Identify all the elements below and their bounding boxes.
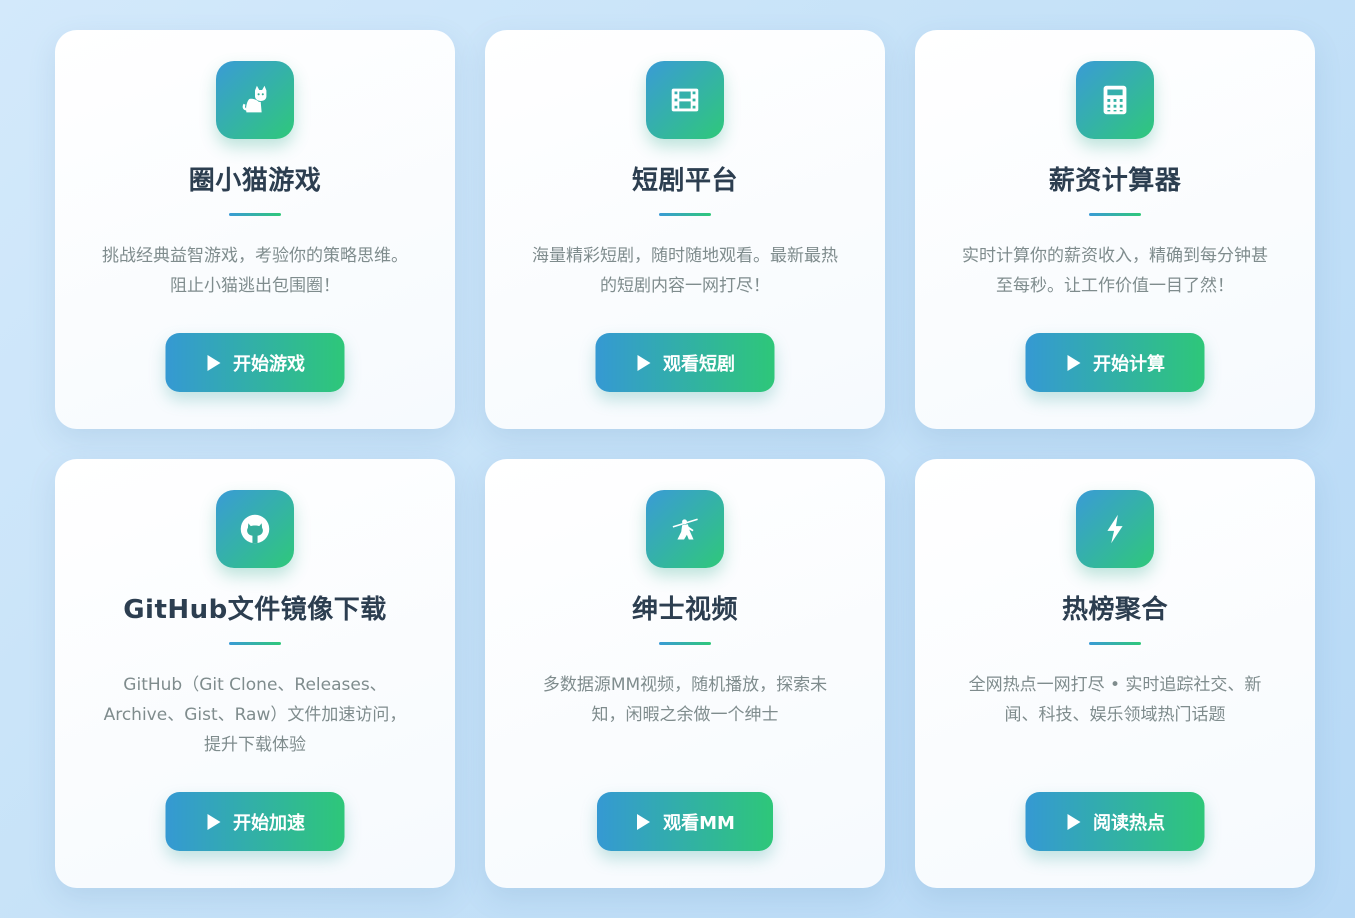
card-title: 热榜聚合 [1061, 595, 1168, 625]
card-short-drama: 短剧平台 海量精彩短剧，随时随地观看。最新最热的短剧内容一网打尽！ 观看短剧 [485, 30, 885, 429]
github-icon [216, 490, 294, 568]
watch-mm-button[interactable]: 观看MM [597, 792, 773, 851]
card-hot-list: 热榜聚合 全网热点一网打尽 • 实时追踪社交、新闻、科技、娱乐领域热门话题 阅读… [915, 459, 1315, 888]
start-accelerate-button[interactable]: 开始加速 [165, 792, 345, 851]
tool-grid: 圈小猫游戏 挑战经典益智游戏，考验你的策略思维。阻止小猫逃出包围圈！ 开始游戏 … [55, 30, 1315, 888]
card-title: 薪资计算器 [1048, 166, 1182, 196]
play-icon [207, 813, 220, 830]
start-game-button[interactable]: 开始游戏 [165, 333, 345, 392]
dancer-icon [646, 490, 724, 568]
play-icon [1067, 813, 1080, 830]
lightning-icon [1076, 490, 1154, 568]
start-calculate-button[interactable]: 开始计算 [1025, 333, 1205, 392]
button-label: 阅读热点 [1093, 812, 1165, 834]
film-icon [646, 61, 724, 139]
cat-icon [216, 61, 294, 139]
card-description: 全网热点一网打尽 • 实时追踪社交、新闻、科技、娱乐领域热门话题 [968, 675, 1262, 725]
card-description: 多数据源MM视频，随机播放，探索未知，闲暇之余做一个绅士 [542, 675, 828, 725]
button-label: 开始游戏 [233, 353, 305, 375]
button-label: 观看MM [663, 812, 735, 834]
calculator-icon [1076, 61, 1154, 139]
title-divider [1089, 642, 1141, 645]
card-github-mirror: GitHub文件镜像下载 GitHub（Git Clone、Releases、A… [55, 459, 455, 888]
card-title: 短剧平台 [631, 166, 738, 196]
card-cat-game: 圈小猫游戏 挑战经典益智游戏，考验你的策略思维。阻止小猫逃出包围圈！ 开始游戏 [55, 30, 455, 429]
title-divider [659, 213, 711, 216]
card-description: 实时计算你的薪资收入，精确到每分钟甚至每秒。让工作价值一目了然！ [962, 246, 1268, 296]
card-title: 绅士视频 [631, 595, 738, 625]
card-gentleman-video: 绅士视频 多数据源MM视频，随机播放，探索未知，闲暇之余做一个绅士 观看MM [485, 459, 885, 888]
card-salary-calculator: 薪资计算器 实时计算你的薪资收入，精确到每分钟甚至每秒。让工作价值一目了然！ 开… [915, 30, 1315, 429]
title-divider [659, 642, 711, 645]
button-label: 开始加速 [233, 812, 305, 834]
read-hot-button[interactable]: 阅读热点 [1025, 792, 1205, 851]
play-icon [207, 354, 220, 371]
button-label: 开始计算 [1093, 353, 1165, 375]
card-description: 海量精彩短剧，随时随地观看。最新最热的短剧内容一网打尽！ [532, 246, 838, 296]
title-divider [1089, 213, 1141, 216]
title-divider [229, 642, 281, 645]
card-description: GitHub（Git Clone、Releases、Archive、Gist、R… [103, 675, 407, 755]
card-description: 挑战经典益智游戏，考验你的策略思维。阻止小猫逃出包围圈！ [102, 246, 408, 296]
play-icon [1067, 354, 1080, 371]
watch-drama-button[interactable]: 观看短剧 [595, 333, 775, 392]
play-icon [637, 813, 651, 830]
play-icon [637, 354, 650, 371]
button-label: 观看短剧 [663, 353, 735, 375]
card-title: 圈小猫游戏 [188, 166, 322, 196]
card-title: GitHub文件镜像下载 [123, 595, 387, 625]
title-divider [229, 213, 281, 216]
